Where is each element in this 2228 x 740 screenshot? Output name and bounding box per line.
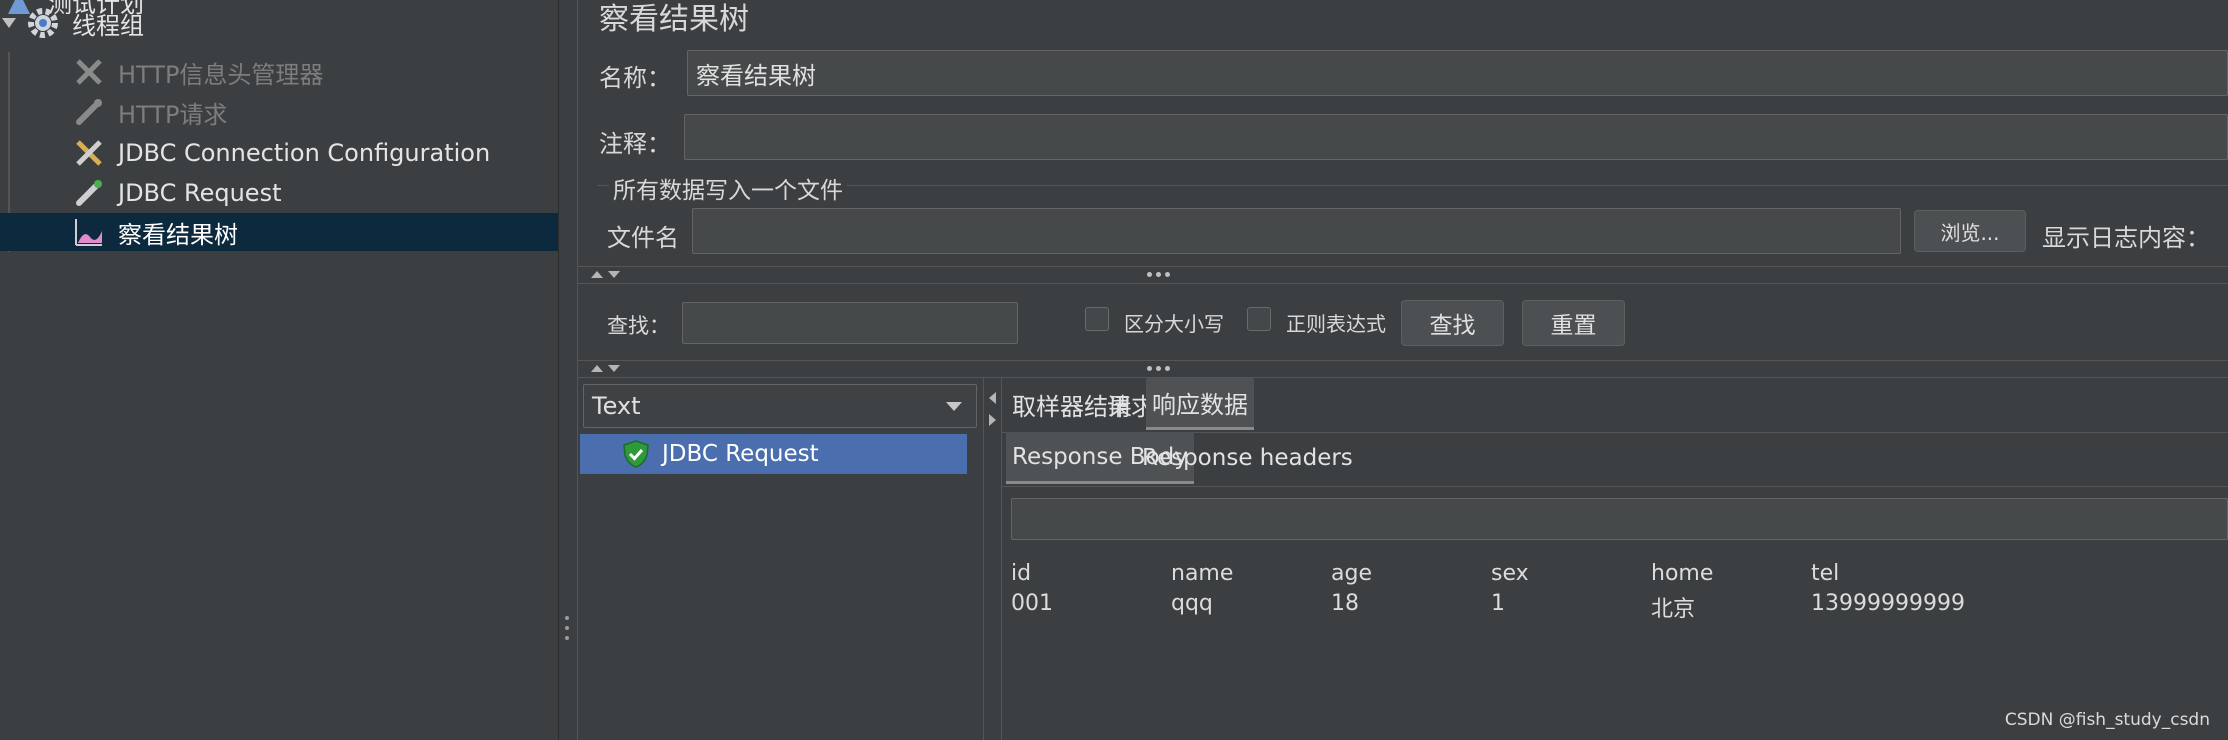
watermark: CSDN @fish_study_csdn <box>2004 710 2210 730</box>
page-title: 察看结果树 <box>599 2 749 37</box>
name-label: 名称： <box>599 64 671 92</box>
table-cell: 北京 <box>1651 597 1696 622</box>
column-header: age <box>1331 561 1372 586</box>
tree-item-http-request[interactable]: HTTP请求 <box>0 93 558 131</box>
search-input[interactable] <box>682 302 1018 344</box>
tree-item-view-results-tree[interactable]: 察看结果树 <box>0 213 558 251</box>
collapse-up-icon[interactable] <box>591 365 603 372</box>
comment-input[interactable] <box>684 114 2228 160</box>
horizontal-split-handle[interactable] <box>577 266 2228 284</box>
tree-item-label: JDBC Request <box>118 179 282 207</box>
drag-dots-icon <box>1147 366 1173 372</box>
tree-item-label: HTTP信息头管理器 <box>118 60 324 89</box>
reset-button[interactable]: 重置 <box>1522 300 1625 346</box>
drag-dots-icon <box>1147 272 1173 278</box>
collapse-down-icon[interactable] <box>608 271 620 278</box>
sample-label: JDBC Request <box>662 441 819 467</box>
column-header: tel <box>1811 561 1840 586</box>
table-cell: 18 <box>1331 591 1359 616</box>
pipette-icon <box>72 176 110 210</box>
chart-icon <box>72 215 110 249</box>
column-header: id <box>1011 561 1032 586</box>
horizontal-split-handle[interactable] <box>577 360 2228 378</box>
collapse-triangle-icon[interactable] <box>2 18 16 28</box>
response-search-field[interactable] <box>1011 498 2228 540</box>
success-shield-icon <box>622 439 650 469</box>
file-group-title: 所有数据写入一个文件 <box>609 171 847 205</box>
tree-item-label: HTTP请求 <box>118 100 228 129</box>
tree-item-jdbc-request[interactable]: JDBC Request <box>0 174 558 212</box>
chevron-down-icon <box>946 402 962 411</box>
view-results-tree-panel: 察看结果树 名称： 察看结果树 注释： 所有数据写入一个文件 文件名 浏览...… <box>577 0 2228 740</box>
column-header: name <box>1171 561 1234 586</box>
tree-item-label: JDBC Connection Configuration <box>118 139 491 167</box>
arrow-left-icon[interactable] <box>989 392 996 404</box>
table-cell: 13999999999 <box>1811 591 1965 616</box>
filename-input[interactable] <box>692 208 1901 254</box>
sample-list-pane: Text JDBC Request <box>577 378 984 740</box>
pane-collapse-strip[interactable] <box>985 378 1001 740</box>
comment-label: 注释： <box>599 130 671 158</box>
test-plan-tree[interactable]: 测试计划 线程组 HTTP信息头管理器 HTTP请求 JDBC Connecti… <box>0 0 558 740</box>
arrow-right-icon[interactable] <box>989 414 996 426</box>
subtab-response-headers[interactable]: Response headers <box>1136 432 1359 484</box>
gear-icon <box>26 6 64 40</box>
regex-checkbox[interactable] <box>1247 307 1271 331</box>
tree-item-thread-group[interactable]: 线程组 <box>0 4 558 42</box>
tree-item-label: 察看结果树 <box>118 220 238 249</box>
filename-label: 文件名 <box>607 224 679 252</box>
pipette-icon <box>72 95 110 129</box>
case-sensitive-checkbox[interactable] <box>1085 307 1109 331</box>
name-input[interactable]: 察看结果树 <box>687 50 2228 96</box>
grip-dot <box>565 616 569 620</box>
collapse-down-icon[interactable] <box>608 365 620 372</box>
renderer-select[interactable]: Text <box>583 384 977 428</box>
regex-label: 正则表达式 <box>1286 312 1386 336</box>
tab-response-data[interactable]: 响应数据 <box>1146 378 1254 430</box>
column-header: sex <box>1491 561 1529 586</box>
table-cell: qqq <box>1171 591 1213 616</box>
tree-item-jdbc-connection-configuration[interactable]: JDBC Connection Configuration <box>0 134 558 172</box>
case-sensitive-label: 区分大小写 <box>1124 312 1224 336</box>
collapse-up-icon[interactable] <box>591 271 603 278</box>
tree-item-label: 线程组 <box>72 11 144 40</box>
column-header: home <box>1651 561 1714 586</box>
grip-dot <box>565 626 569 630</box>
wrench-icon <box>72 55 110 89</box>
wrench-screwdriver-icon <box>72 136 110 170</box>
browse-button[interactable]: 浏览... <box>1914 210 2026 252</box>
result-detail-pane: 取样器结果 请求 响应数据 Response Body Response hea… <box>1002 378 2228 740</box>
table-cell: 001 <box>1011 591 1053 616</box>
find-button[interactable]: 查找 <box>1401 300 1504 346</box>
show-log-label: 显示日志内容： <box>2042 224 2210 252</box>
table-cell: 1 <box>1491 591 1505 616</box>
grip-dot <box>565 636 569 640</box>
sample-row[interactable]: JDBC Request <box>580 434 967 474</box>
subtab-underline <box>1002 486 2228 487</box>
vertical-split-handle[interactable] <box>558 0 578 740</box>
search-label: 查找： <box>607 314 670 338</box>
renderer-select-value: Text <box>592 392 641 420</box>
tree-item-http-header-manager[interactable]: HTTP信息头管理器 <box>0 53 558 91</box>
